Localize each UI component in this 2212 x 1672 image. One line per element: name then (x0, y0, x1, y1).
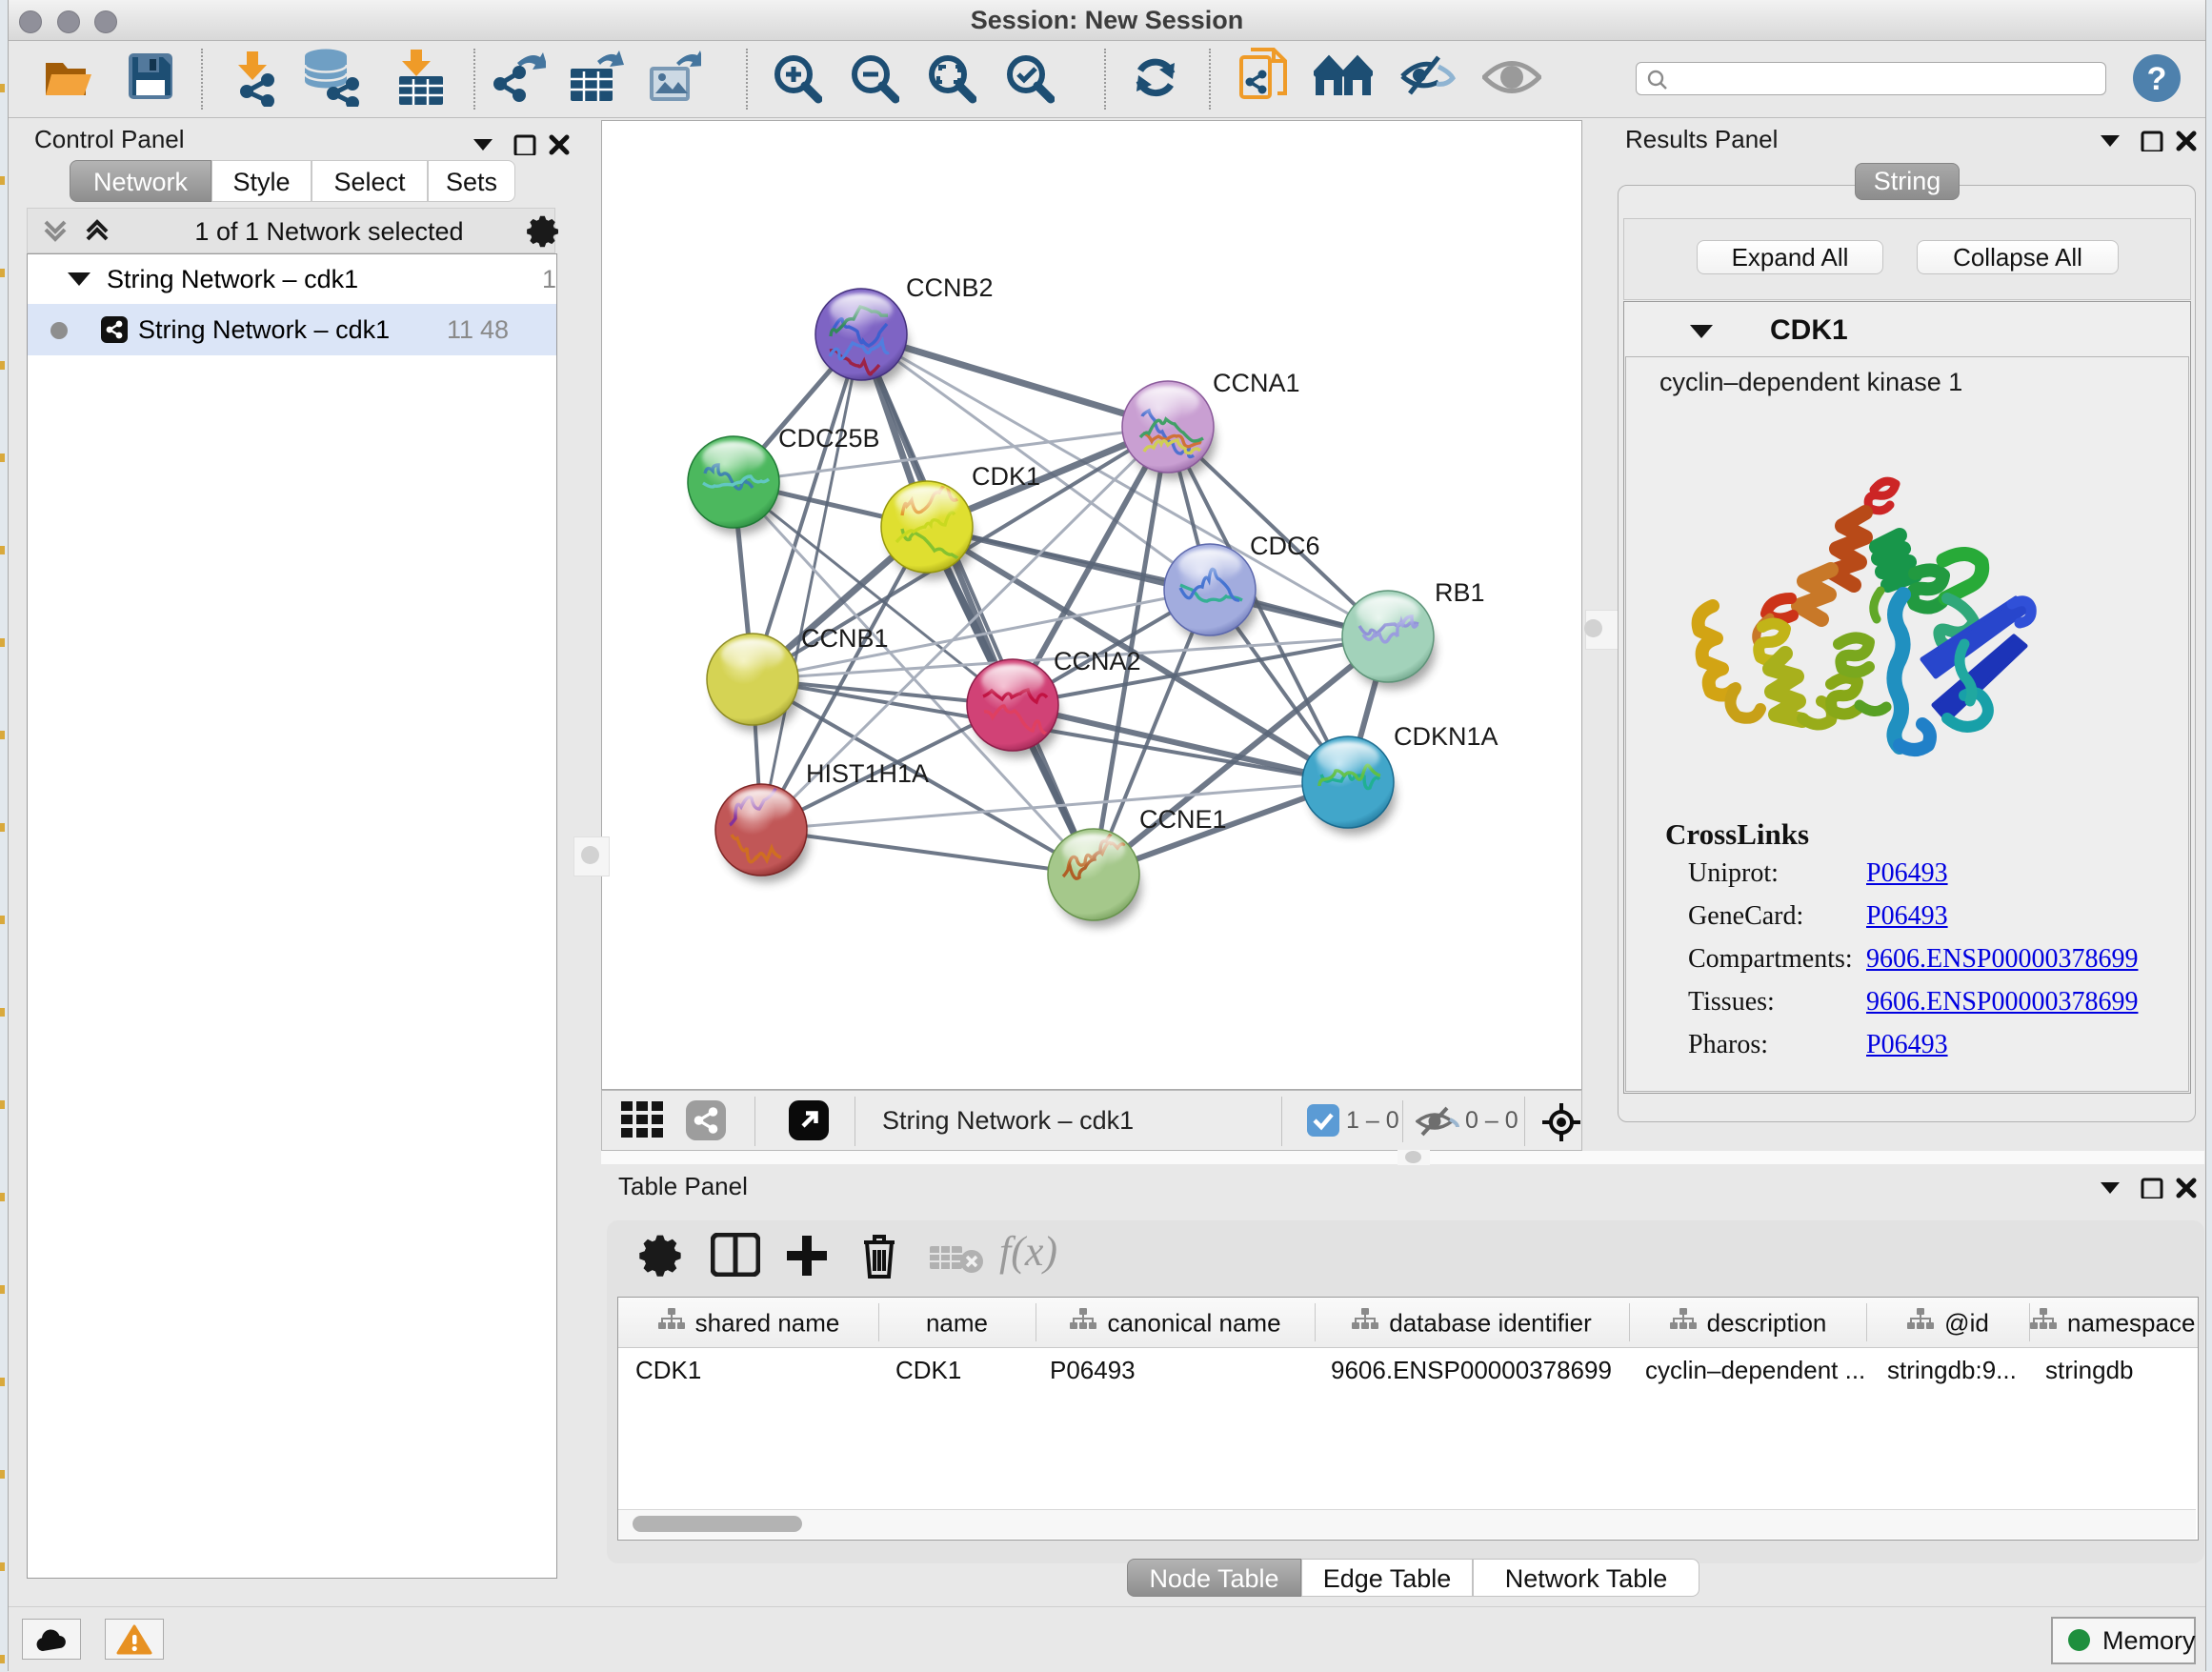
svg-text:CCNB2: CCNB2 (906, 273, 994, 302)
svg-text:CCNA2: CCNA2 (1054, 647, 1141, 675)
svg-text:CDK1: CDK1 (972, 462, 1040, 491)
svg-text:CDC25B: CDC25B (778, 424, 880, 453)
svg-text:CDKN1A: CDKN1A (1394, 722, 1498, 751)
svg-text:?: ? (2147, 61, 2167, 97)
svg-text:CCNE1: CCNE1 (1139, 805, 1227, 834)
svg-text:RB1: RB1 (1435, 578, 1485, 607)
svg-text:CCNB1: CCNB1 (801, 624, 889, 653)
svg-text:CCNA1: CCNA1 (1213, 369, 1300, 397)
svg-text:CDC6: CDC6 (1250, 532, 1320, 560)
svg-text:HIST1H1A: HIST1H1A (806, 759, 929, 788)
